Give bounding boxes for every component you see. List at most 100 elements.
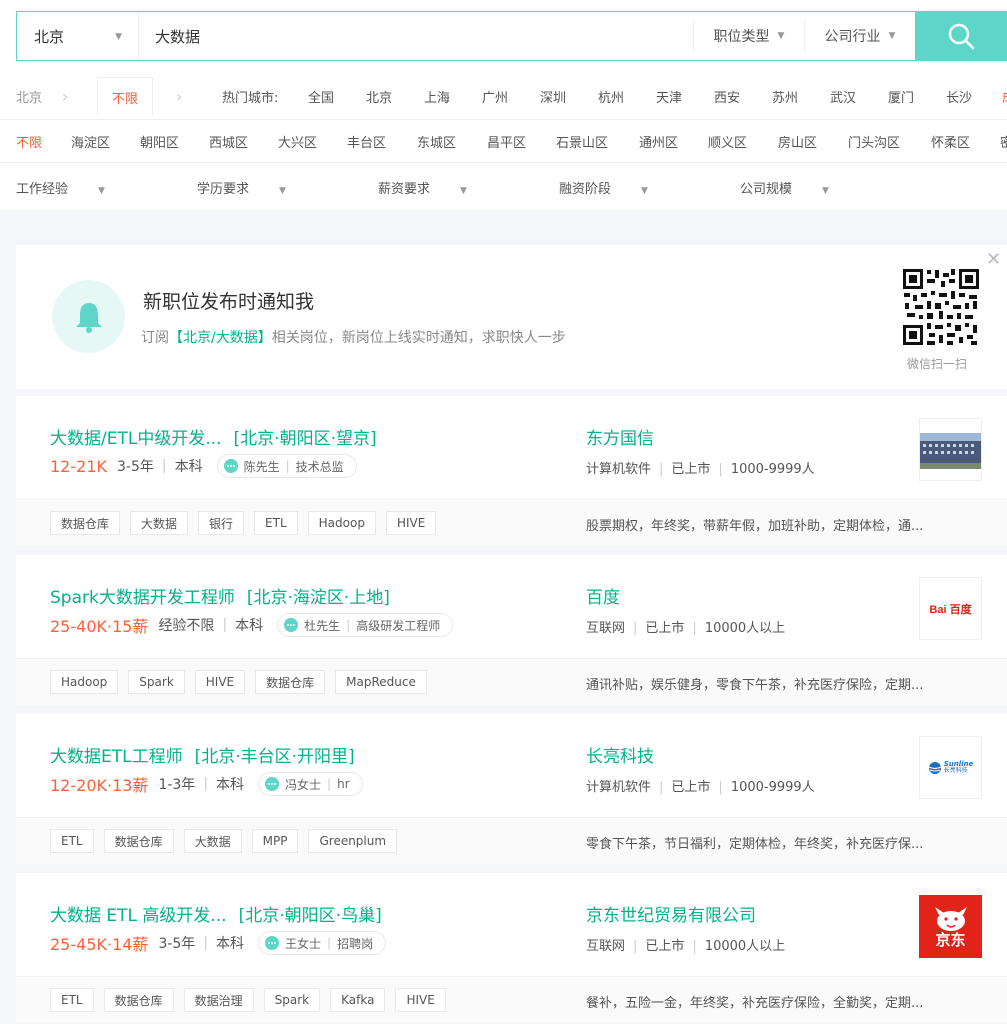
district-option[interactable]: 门头沟区: [848, 132, 900, 151]
district-option[interactable]: 石景山区: [556, 132, 608, 151]
skill-tag[interactable]: 数据仓库: [255, 670, 326, 694]
district-option[interactable]: 朝阳区: [140, 132, 179, 151]
job-location: [北京·朝阳区·鸟巢]: [238, 906, 382, 926]
experience-filter[interactable]: 工作经验 ▼: [16, 178, 105, 197]
skill-tag[interactable]: ETL: [254, 511, 298, 535]
job-card-footer: 数据仓库 大数据 银行 ETL Hadoop HIVE 股票期权，年终奖，带薪年…: [16, 499, 1007, 546]
skill-tag[interactable]: 银行: [198, 511, 245, 535]
district-option[interactable]: 顺义区: [708, 132, 747, 151]
skill-tag[interactable]: Spark: [263, 988, 321, 1012]
skill-tag[interactable]: MPP: [251, 829, 299, 853]
job-title-link[interactable]: 大数据ETL工程师 [北京·丰台区·开阳里]: [50, 742, 355, 767]
job-card[interactable]: 大数据/ETL中级开发... [北京·朝阳区·望京] 12-21K 3-5年 | …: [16, 396, 1007, 546]
skill-tag[interactable]: ETL: [50, 988, 94, 1012]
skill-tag[interactable]: 数据治理: [183, 988, 254, 1012]
city-selector[interactable]: 北京 ▼: [17, 12, 139, 60]
job-card[interactable]: 大数据 ETL 高级开发... [北京·朝阳区·鸟巢] 25-45K·14薪 3-…: [16, 873, 1007, 1023]
chevron-down-icon: ▼: [822, 185, 829, 196]
job-title: Spark大数据开发工程师: [50, 588, 235, 608]
divider: |: [718, 780, 723, 795]
city-option[interactable]: 深圳: [540, 87, 566, 106]
divider: |: [633, 621, 638, 636]
company-name-link[interactable]: 长亮科技: [586, 742, 654, 767]
skill-tag[interactable]: HIVE: [395, 988, 446, 1012]
city-option[interactable]: 长沙: [946, 87, 972, 106]
company-logo[interactable]: Sunline 长亮科技: [919, 736, 982, 799]
city-option[interactable]: 成: [1002, 87, 1007, 106]
district-option[interactable]: 大兴区: [278, 132, 317, 151]
company-logo[interactable]: Bai 百度: [919, 577, 982, 640]
search-input[interactable]: 大数据: [139, 12, 693, 60]
funding-filter[interactable]: 融资阶段 ▼: [559, 178, 648, 197]
skill-tag[interactable]: Greenplum: [308, 829, 398, 853]
skill-tag[interactable]: HIVE: [385, 511, 437, 535]
city-option[interactable]: 厦门: [888, 87, 914, 106]
salary-filter[interactable]: 薪资要求 ▼: [378, 178, 467, 197]
city-option[interactable]: 武汉: [830, 87, 856, 106]
district-option[interactable]: 西城区: [209, 132, 248, 151]
notify-sub-prefix: 订阅: [141, 330, 169, 346]
company-logo[interactable]: [919, 418, 982, 481]
skill-tag[interactable]: 数据仓库: [103, 988, 174, 1012]
city-option[interactable]: 全国: [308, 87, 334, 106]
industry-dropdown[interactable]: 公司行业 ▼: [804, 20, 915, 52]
city-option[interactable]: 杭州: [598, 87, 624, 106]
search-button[interactable]: [915, 11, 1007, 61]
company-logo[interactable]: 京东: [919, 895, 982, 958]
close-icon[interactable]: ✕: [986, 249, 1001, 270]
job-card[interactable]: 大数据ETL工程师 [北京·丰台区·开阳里] 12-20K·13薪 1-3年 | …: [16, 714, 1007, 864]
city-option[interactable]: 西安: [714, 87, 740, 106]
skill-tag[interactable]: Spark: [128, 670, 185, 694]
job-type-dropdown[interactable]: 职位类型 ▼: [693, 20, 804, 52]
city-option[interactable]: 苏州: [772, 87, 798, 106]
district-nolimit-option[interactable]: 不限: [16, 132, 42, 151]
job-card-main: 大数据 ETL 高级开发... [北京·朝阳区·鸟巢] 25-45K·14薪 3-…: [16, 873, 1007, 976]
job-title-link[interactable]: Spark大数据开发工程师 [北京·海淀区·上地]: [50, 583, 390, 608]
skill-tag[interactable]: 大数据: [183, 829, 242, 853]
breadcrumb-city[interactable]: 北京: [16, 87, 42, 106]
company-name-link[interactable]: 百度: [586, 583, 620, 608]
skill-tag[interactable]: Kafka: [330, 988, 386, 1012]
company-size-filter[interactable]: 公司规模 ▼: [740, 178, 829, 197]
district-option[interactable]: 东城区: [417, 132, 456, 151]
education-filter[interactable]: 学历要求 ▼: [197, 178, 286, 197]
city-nolimit-option[interactable]: 不限: [97, 77, 153, 117]
district-option[interactable]: 海淀区: [71, 132, 110, 151]
recruiter-chip[interactable]: 杜先生 | 高级研发工程师: [277, 613, 454, 637]
skill-tag[interactable]: 大数据: [130, 511, 189, 535]
city-option[interactable]: 上海: [424, 87, 450, 106]
skill-tag[interactable]: ETL: [50, 829, 94, 853]
job-location: [北京·朝阳区·望京]: [233, 429, 377, 449]
district-option[interactable]: 房山区: [778, 132, 817, 151]
company-info: 互联网 | 已上市 | 10000人以上: [586, 617, 785, 636]
job-title-link[interactable]: 大数据/ETL中级开发... [北京·朝阳区·望京]: [50, 424, 377, 449]
company-name-link[interactable]: 京东世纪贸易有限公司: [586, 901, 756, 926]
job-title-link[interactable]: 大数据 ETL 高级开发... [北京·朝阳区·鸟巢]: [50, 901, 382, 926]
recruiter-chip[interactable]: 王女士 | 招聘岗: [258, 931, 387, 955]
district-option[interactable]: 昌平区: [487, 132, 526, 151]
skill-tag[interactable]: MapReduce: [335, 670, 427, 694]
job-card-footer: Hadoop Spark HIVE 数据仓库 MapReduce 通讯补贴，娱乐…: [16, 658, 1007, 705]
skill-tag[interactable]: 数据仓库: [103, 829, 174, 853]
district-option[interactable]: 通州区: [639, 132, 678, 151]
city-option[interactable]: 北京: [366, 87, 392, 106]
district-option[interactable]: 丰台区: [347, 132, 386, 151]
city-option[interactable]: 天津: [656, 87, 682, 106]
divider: |: [692, 621, 697, 636]
skill-tag[interactable]: 数据仓库: [50, 511, 121, 535]
divider: |: [659, 780, 664, 795]
recruiter-title: hr: [337, 777, 350, 791]
district-option[interactable]: 密: [1000, 132, 1007, 151]
district-option[interactable]: 怀柔区: [931, 132, 970, 151]
chevron-down-icon: ▼: [98, 185, 105, 196]
skill-tag[interactable]: Hadoop: [307, 511, 376, 535]
job-card[interactable]: Spark大数据开发工程师 [北京·海淀区·上地] 25-40K·15薪 经验不限…: [16, 555, 1007, 705]
skill-tag[interactable]: Hadoop: [50, 670, 119, 694]
skill-tag[interactable]: HIVE: [194, 670, 246, 694]
recruiter-chip[interactable]: 冯女士 | hr: [258, 772, 363, 796]
subscription-keyword-link[interactable]: 【北京/大数据】: [169, 330, 272, 346]
city-option[interactable]: 广州: [482, 87, 508, 106]
recruiter-chip[interactable]: 陈先生 | 技术总监: [216, 454, 357, 478]
chevron-down-icon: ▼: [641, 185, 648, 196]
company-name-link[interactable]: 东方国信: [586, 424, 654, 449]
